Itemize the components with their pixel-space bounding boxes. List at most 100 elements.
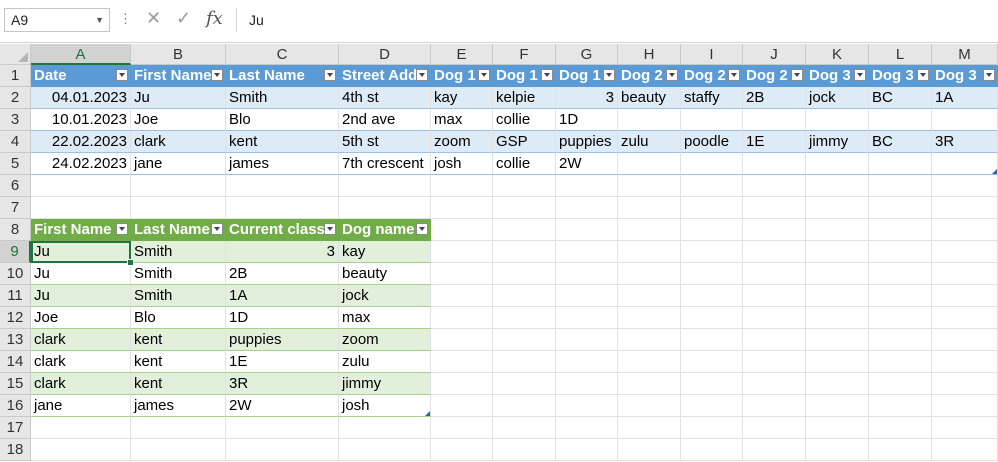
cell[interactable] [618, 285, 681, 307]
cell[interactable] [681, 439, 743, 461]
table1-cell[interactable]: poodle [681, 131, 743, 153]
cell[interactable] [431, 263, 493, 285]
cell[interactable] [932, 439, 998, 461]
table1-cell[interactable] [743, 153, 806, 175]
cell[interactable] [681, 241, 743, 263]
cell[interactable] [493, 307, 556, 329]
table1-cell[interactable]: 1E [743, 131, 806, 153]
cell[interactable] [869, 175, 932, 197]
cell[interactable] [431, 373, 493, 395]
cell[interactable] [493, 329, 556, 351]
table2-cell[interactable]: Smith [131, 263, 226, 285]
cell[interactable] [431, 439, 493, 461]
column-header-c[interactable]: C [226, 44, 339, 65]
table1-cell[interactable]: 2W [556, 153, 618, 175]
table2-cell[interactable]: Smith [131, 285, 226, 307]
column-header-d[interactable]: D [339, 44, 431, 65]
cell[interactable] [743, 395, 806, 417]
table2-resize-handle[interactable] [425, 411, 430, 416]
cell[interactable] [806, 307, 869, 329]
table1-cell[interactable]: jock [806, 87, 869, 109]
table1-cell[interactable]: zoom [431, 131, 493, 153]
cell[interactable] [431, 307, 493, 329]
cell[interactable] [869, 417, 932, 439]
table1-cell[interactable]: Joe [131, 109, 226, 131]
cell[interactable] [681, 307, 743, 329]
enter-icon[interactable]: ✓ [176, 8, 191, 29]
cell[interactable] [431, 417, 493, 439]
table1-header-cell[interactable]: Dog 1 [431, 65, 493, 87]
table1-cell[interactable]: 3 [556, 87, 618, 109]
filter-dropdown-icon[interactable] [324, 69, 336, 81]
row-header-16[interactable]: 16 [0, 395, 31, 417]
row-header-12[interactable]: 12 [0, 307, 31, 329]
cell[interactable] [339, 175, 431, 197]
cell[interactable] [869, 307, 932, 329]
cell[interactable] [806, 197, 869, 219]
cell[interactable] [618, 241, 681, 263]
cell[interactable] [618, 175, 681, 197]
cell[interactable] [681, 373, 743, 395]
column-header-l[interactable]: L [869, 44, 932, 65]
cell[interactable] [556, 197, 618, 219]
table1-cell[interactable]: beauty [618, 87, 681, 109]
cell[interactable] [131, 197, 226, 219]
select-all-corner[interactable] [0, 44, 31, 65]
filter-dropdown-icon[interactable] [416, 223, 428, 235]
filter-dropdown-icon[interactable] [478, 69, 490, 81]
cell[interactable] [618, 351, 681, 373]
table1-cell[interactable] [681, 109, 743, 131]
column-header-b[interactable]: B [131, 44, 226, 65]
table2-cell[interactable]: puppies [226, 329, 339, 351]
table2-cell[interactable]: 1A [226, 285, 339, 307]
cell[interactable] [493, 175, 556, 197]
cell[interactable] [743, 329, 806, 351]
table1-header-cell[interactable]: Dog 1 [493, 65, 556, 87]
row-header-3[interactable]: 3 [0, 109, 31, 131]
insert-function-icon[interactable]: fx [206, 8, 223, 29]
table2-cell[interactable]: 2B [226, 263, 339, 285]
table2-cell[interactable]: josh [339, 395, 431, 417]
cell[interactable] [869, 351, 932, 373]
table1-cell[interactable]: josh [431, 153, 493, 175]
cell[interactable] [743, 439, 806, 461]
filter-dropdown-icon[interactable] [917, 69, 929, 81]
filter-dropdown-icon[interactable] [416, 69, 428, 81]
table2-cell[interactable]: Joe [31, 307, 131, 329]
table2-cell[interactable]: jimmy [339, 373, 431, 395]
cell[interactable] [869, 439, 932, 461]
filter-dropdown-icon[interactable] [854, 69, 866, 81]
table2-cell[interactable]: 1E [226, 351, 339, 373]
cell[interactable] [31, 417, 131, 439]
table1-cell[interactable]: GSP [493, 131, 556, 153]
table2-cell[interactable]: 2W [226, 395, 339, 417]
row-header-6[interactable]: 6 [0, 175, 31, 197]
cell[interactable] [869, 373, 932, 395]
cell[interactable] [618, 439, 681, 461]
table2-cell[interactable]: Blo [131, 307, 226, 329]
table2-header-cell[interactable]: Last Name [131, 219, 226, 241]
filter-dropdown-icon[interactable] [116, 223, 128, 235]
cell[interactable] [743, 263, 806, 285]
cell[interactable] [556, 351, 618, 373]
table1-cell[interactable]: 24.02.2023 [31, 153, 131, 175]
cell[interactable] [743, 373, 806, 395]
cancel-icon[interactable]: ✕ [146, 8, 161, 29]
table1-cell[interactable]: staffy [681, 87, 743, 109]
table1-cell[interactable]: jimmy [806, 131, 869, 153]
row-header-5[interactable]: 5 [0, 153, 31, 175]
table1-cell[interactable]: 3R [932, 131, 998, 153]
filter-dropdown-icon[interactable] [603, 69, 615, 81]
cell[interactable] [493, 197, 556, 219]
table2-cell[interactable]: kent [131, 373, 226, 395]
more-options-icon[interactable]: ⋮ [119, 11, 132, 27]
cell[interactable] [556, 241, 618, 263]
cell[interactable] [431, 285, 493, 307]
table1-cell[interactable] [869, 109, 932, 131]
table2-cell[interactable]: 1D [226, 307, 339, 329]
table1-cell[interactable] [806, 153, 869, 175]
row-header-15[interactable]: 15 [0, 373, 31, 395]
table1-cell[interactable]: puppies [556, 131, 618, 153]
filter-dropdown-icon[interactable] [211, 223, 223, 235]
table2-cell[interactable]: jane [31, 395, 131, 417]
